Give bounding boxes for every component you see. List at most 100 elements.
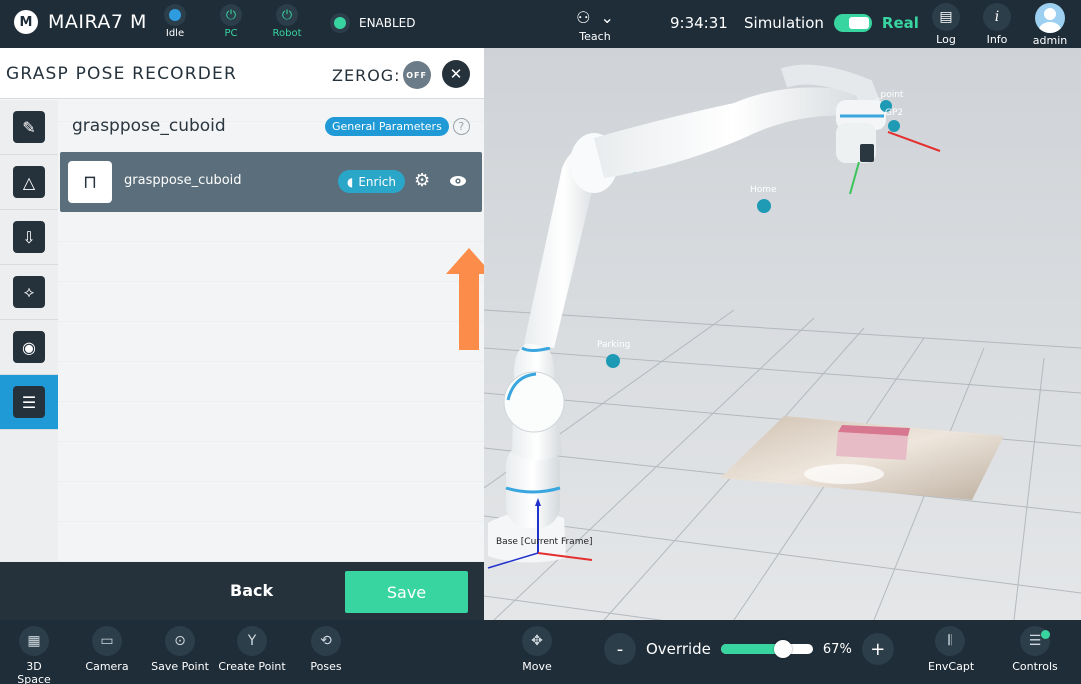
info-label: Info <box>986 33 1008 46</box>
enrich-icon: ◖ <box>347 174 354 189</box>
avatar <box>1035 3 1065 33</box>
envcapt-button[interactable]: 𝄃 EnvCapt <box>928 626 975 673</box>
enabled-status[interactable]: ENABLED <box>330 13 416 33</box>
teach-mode-selector[interactable]: ⚇ ⌄ Teach <box>560 4 630 44</box>
nav-gripper[interactable]: ⟡ <box>0 265 58 320</box>
zerog-toggle[interactable]: ZEROG: OFF <box>332 61 431 89</box>
bottom-bar: ▦ 3D Space ▭ Camera ⊙ Save Point Y Creat… <box>0 620 1081 684</box>
robot-power-label: Robot <box>272 28 302 39</box>
zerog-state-badge[interactable]: OFF <box>402 61 431 89</box>
log-icon: ▤ <box>932 3 960 31</box>
target-icon: ◉ <box>13 331 45 363</box>
robot-power-button[interactable]: ⏻ Robot <box>262 4 312 39</box>
log-button[interactable]: ▤ Log <box>926 3 966 46</box>
controls-button[interactable]: ☰ Controls <box>1010 626 1060 673</box>
close-button[interactable]: ✕ <box>442 60 470 88</box>
enabled-label: ENABLED <box>359 16 416 30</box>
info-button[interactable]: i Info <box>977 3 1017 46</box>
override-increase-button[interactable]: + <box>861 633 894 665</box>
camera-button[interactable]: ▭ Camera <box>82 626 132 673</box>
panel-content: grasppose_cuboid General Parameters ? ⊓ … <box>58 100 492 562</box>
poses-button[interactable]: ⟲ Poses <box>305 626 347 673</box>
override-label: Override <box>646 640 711 658</box>
workspace-icon: △ <box>13 166 45 198</box>
simulation-toggle[interactable] <box>833 14 872 32</box>
user-label: admin <box>1032 34 1068 47</box>
maira-logo-icon: M <box>14 10 38 34</box>
idle-status-icon <box>164 4 186 26</box>
sliders-icon: ☰ <box>13 386 45 418</box>
poses-label: Poses <box>310 660 342 673</box>
pc-power-button[interactable]: ⏻ PC <box>206 4 256 39</box>
enrich-label: Enrich <box>358 174 396 189</box>
override-percent: 67% <box>822 641 852 657</box>
general-parameters: General Parameters ? <box>325 117 470 136</box>
controls-label: Controls <box>1012 660 1058 673</box>
save-point-button[interactable]: ⊙ Save Point <box>150 626 210 673</box>
scene: _point GP2 Home Parking Base [Current Fr… <box>484 48 1081 620</box>
nav-edit-tasks[interactable]: ✎ <box>0 100 58 155</box>
gripper-thumbnail-icon: ⊓ <box>68 161 112 203</box>
edit-list-icon: ✎ <box>13 111 45 143</box>
3d-viewport[interactable]: _point GP2 Home Parking Base [Current Fr… <box>484 48 1081 620</box>
override-control: - Override 67% + <box>604 633 894 665</box>
nav-download[interactable]: ⇩ <box>0 210 58 265</box>
pc-power-label: PC <box>224 28 238 39</box>
waypoint-parking[interactable] <box>606 354 620 368</box>
panel-footer: Back Save <box>0 562 484 620</box>
cuboid-object <box>836 432 908 460</box>
move-label: Move <box>522 660 552 673</box>
point-label: _point <box>875 90 904 100</box>
robot-name: MAIRA7 M <box>48 11 147 33</box>
info-icon: i <box>983 3 1011 31</box>
waypoint-home[interactable] <box>757 199 771 213</box>
parking-label: Parking <box>597 340 630 350</box>
teach-icon: ⚇ <box>576 7 591 27</box>
zerog-label: ZEROG: <box>332 65 401 85</box>
nav-target[interactable]: ◉ <box>0 320 58 375</box>
idle-status[interactable]: Idle <box>150 4 200 39</box>
create-point-button[interactable]: Y Create Point <box>218 626 286 673</box>
envcapt-label: EnvCapt <box>928 660 975 673</box>
chevron-down-icon: ⌄ <box>600 7 614 27</box>
panel-title: GRASP POSE RECORDER <box>6 64 238 84</box>
robot-power-icon: ⏻ <box>276 4 298 26</box>
override-decrease-button[interactable]: - <box>604 633 636 665</box>
task-title: grasppose_cuboid <box>72 116 226 136</box>
simulation-label: Simulation <box>744 14 824 32</box>
override-slider[interactable] <box>720 640 813 658</box>
close-icon: ✕ <box>449 65 463 83</box>
real-label: Real <box>881 14 919 32</box>
clock: 9:34:31 <box>670 14 728 32</box>
panel-header: GRASP POSE RECORDER ZEROG: OFF ✕ <box>0 48 484 99</box>
download-doc-icon: ⇩ <box>13 221 45 253</box>
controls-status-dot-icon <box>1041 630 1050 639</box>
grasp-pose-item[interactable]: ⊓ grasppose_cuboid ◖ Enrich ⚙ <box>60 152 482 212</box>
3d-space-button[interactable]: ▦ 3D Space <box>8 626 60 684</box>
simulation-real-switch[interactable]: Simulation Real <box>744 14 919 32</box>
help-icon[interactable]: ? <box>452 118 470 135</box>
create-point-label: Create Point <box>218 660 286 673</box>
grasp-pose-item-label: grasppose_cuboid <box>124 173 242 188</box>
move-button[interactable]: ✥ Move <box>517 626 557 673</box>
nav-workspace[interactable]: △ <box>0 155 58 210</box>
gear-icon[interactable]: ⚙ <box>414 170 430 191</box>
gp2-label: GP2 <box>885 108 903 118</box>
eye-icon[interactable] <box>448 171 468 191</box>
teach-label: Teach <box>579 30 611 43</box>
override-slider-knob[interactable] <box>773 640 792 658</box>
nav-settings[interactable]: ☰ <box>0 375 58 430</box>
enrich-button[interactable]: ◖ Enrich <box>338 170 405 193</box>
grid-floor-icon: ▦ <box>19 626 49 656</box>
user-button[interactable]: admin <box>1030 3 1070 47</box>
thermometer-icon: 𝄃 <box>935 626 965 656</box>
general-parameters-button[interactable]: General Parameters <box>325 117 449 136</box>
gripper-icon: ⟡ <box>13 276 45 308</box>
save-point-icon: ⊙ <box>165 626 195 656</box>
waypoint-gp2[interactable] <box>888 120 900 132</box>
back-button[interactable]: Back <box>230 581 273 600</box>
save-button[interactable]: Save <box>345 571 468 613</box>
camera-label: Camera <box>85 660 129 673</box>
move-icon: ✥ <box>522 626 552 656</box>
idle-status-label: Idle <box>165 28 185 39</box>
